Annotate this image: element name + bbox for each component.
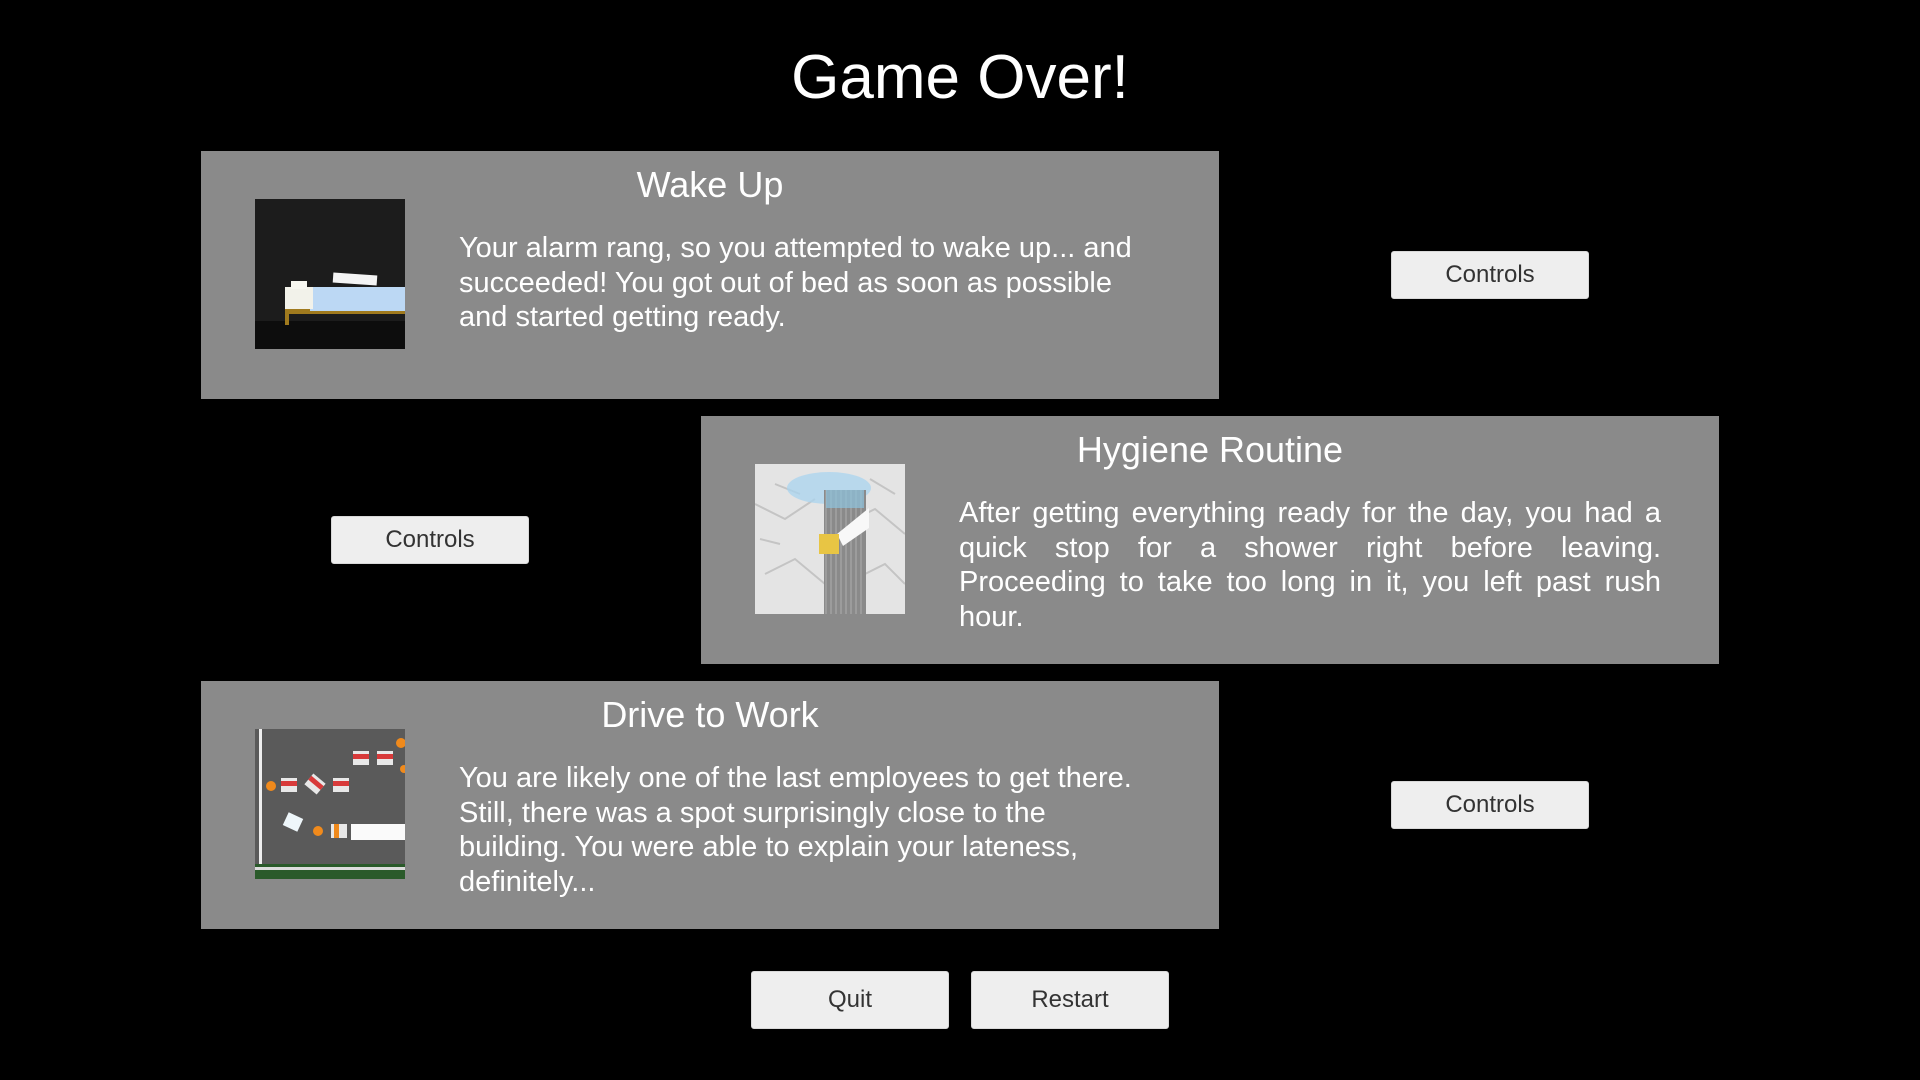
panel-text-hygiene-routine: After getting everything ready for the d… xyxy=(959,497,1661,633)
bed-icon xyxy=(255,199,405,349)
outcome-panel-drive-to-work: Drive to Work You are likely one of the … xyxy=(201,681,1219,929)
shower-icon xyxy=(755,464,905,614)
shower-scene-thumbnail xyxy=(755,464,905,614)
outcome-panel-wake-up: Wake Up Your alarm rang, so you attempte… xyxy=(201,151,1219,399)
controls-button-wake-up[interactable]: Controls xyxy=(1391,251,1589,299)
controls-button-drive-to-work[interactable]: Controls xyxy=(1391,781,1589,829)
game-over-title: Game Over! xyxy=(791,43,1129,112)
game-over-screen: Game Over! Wake Up Your alarm rang, so y… xyxy=(0,0,1920,1080)
panel-text-drive-to-work: You are likely one of the last employees… xyxy=(459,762,1132,898)
parking-lot-scene-thumbnail xyxy=(255,729,405,879)
quit-button[interactable]: Quit xyxy=(751,971,949,1029)
panel-text-wake-up: Your alarm rang, so you attempted to wak… xyxy=(459,232,1132,333)
bed-scene-thumbnail xyxy=(255,199,405,349)
outcome-panel-hygiene-routine: Hygiene Routine After getting everything… xyxy=(701,416,1719,664)
parking-lot-icon xyxy=(255,729,405,879)
controls-button-hygiene-routine[interactable]: Controls xyxy=(331,516,529,564)
restart-button[interactable]: Restart xyxy=(971,971,1169,1029)
